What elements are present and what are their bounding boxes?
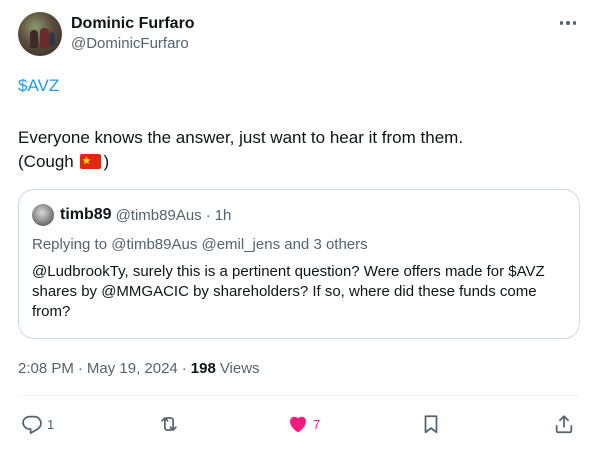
tweet-time[interactable]: 2:08 PM	[18, 359, 74, 379]
tweet-meta: 2:08 PM · May 19, 2024 · 198 Views	[18, 359, 260, 379]
tweet-date[interactable]: May 19, 2024	[87, 359, 178, 379]
views-count: 198	[190, 360, 216, 377]
quoted-tweet-text: @LudbrookTy, surely this is a pertinent …	[32, 263, 545, 320]
like-button[interactable]: 7	[287, 410, 320, 438]
meta-dot: ·	[77, 360, 83, 377]
tweet-text: Everyone knows the answer, just want to …	[18, 126, 578, 174]
author-display-name[interactable]: Dominic Furfaro	[71, 14, 195, 34]
tweet-header: Dominic Furfaro @DominicFurfaro	[18, 12, 580, 58]
tweet-text-main: Everyone knows the answer, just want to …	[18, 128, 464, 147]
repost-icon	[161, 417, 177, 431]
share-icon	[555, 415, 573, 434]
share-button[interactable]	[553, 410, 575, 438]
reply-icon	[22, 415, 42, 435]
quoted-tweet-header: timb89 @timb89Aus · 1h	[32, 204, 231, 226]
replying-to: Replying to @timb89Aus @emil_jens and 3 …	[32, 235, 368, 255]
quoted-author-avatar	[32, 204, 54, 226]
like-count: 7	[313, 416, 321, 432]
quoted-tweet[interactable]: timb89 @timb89Aus · 1h Replying to @timb…	[18, 189, 580, 339]
author-avatar[interactable]	[18, 12, 62, 56]
quoted-author-name: timb89	[60, 206, 112, 223]
reply-count: 1	[47, 416, 55, 432]
reply-button[interactable]: 1	[21, 410, 54, 438]
meta-dot-2: ·	[181, 360, 187, 377]
views-label: Views	[219, 360, 260, 377]
cough-prefix: (Cough	[18, 152, 79, 171]
heart-icon	[290, 416, 306, 433]
author-names: Dominic Furfaro @DominicFurfaro	[71, 14, 195, 54]
quoted-time: 1h	[214, 206, 232, 224]
author-handle[interactable]: @DominicFurfaro	[71, 34, 195, 54]
bookmark-icon	[424, 415, 438, 434]
replying-to-others: and 3 others	[284, 236, 368, 253]
quoted-author-handle: @timb89Aus	[115, 206, 202, 224]
repost-button[interactable]	[158, 410, 184, 438]
more-options-icon[interactable]	[558, 18, 578, 28]
replying-to-users: @timb89Aus @emil_jens	[111, 236, 281, 253]
china-flag-icon	[80, 154, 102, 169]
cough-suffix: )	[103, 152, 110, 171]
action-bar: 1 7	[18, 410, 580, 438]
bookmark-button[interactable]	[420, 410, 442, 438]
tweet-text-cough: (Cough )	[18, 150, 578, 174]
quoted-separator: ·	[205, 206, 211, 224]
cashtag-link[interactable]: $AVZ	[18, 75, 59, 97]
replying-to-label: Replying to	[32, 236, 108, 253]
divider	[18, 395, 580, 396]
